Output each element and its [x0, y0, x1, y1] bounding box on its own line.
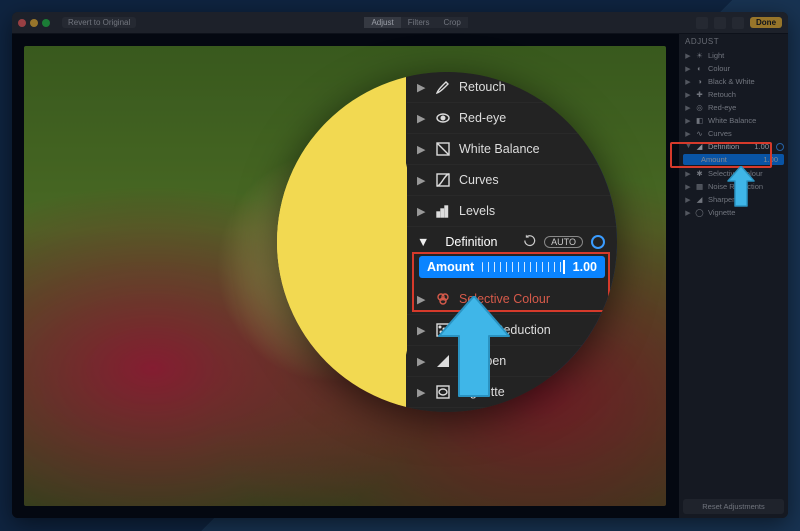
lens-item-levels[interactable]: ▶ Levels — [407, 196, 617, 227]
inspector-item-wb[interactable]: ▶◧White Balance — [679, 114, 788, 127]
tab-adjust[interactable]: Adjust — [364, 17, 400, 28]
lens-label: White Balance — [459, 142, 605, 156]
lens-label: Curves — [459, 173, 605, 187]
status-ring-icon — [591, 235, 605, 249]
inspector-item-light[interactable]: ▶☀Light — [679, 49, 788, 62]
vignette-icon: ◯ — [695, 208, 704, 217]
lens-item-definition[interactable]: ▼ Definition AUTO — [407, 227, 617, 253]
definition-amount-row[interactable]: Amount 1.00 — [683, 154, 784, 165]
lens-item-wb[interactable]: ▶ White Balance — [407, 134, 617, 165]
status-ring-icon — [776, 143, 784, 151]
curves-icon — [435, 172, 451, 188]
inspector-label: Curves — [708, 129, 732, 138]
inspector-label: Red-eye — [708, 103, 736, 112]
light-icon: ☀ — [695, 51, 704, 60]
curves-icon: ∿ — [695, 129, 704, 138]
lens-item-retouch[interactable]: ▶ Retouch — [407, 72, 617, 103]
inspector-label: Retouch — [708, 90, 736, 99]
inspector-label: White Balance — [708, 116, 756, 125]
annotation-arrow-small — [724, 166, 758, 208]
definition-value: 1.00 — [754, 142, 769, 151]
retouch-icon — [435, 79, 451, 95]
inspector-item-colour[interactable]: ▶◐Colour — [679, 62, 788, 75]
colour-icon: ◐ — [695, 64, 704, 73]
lens-item-redeye[interactable]: ▶ Red-eye — [407, 103, 617, 134]
amount-value: 1.00 — [573, 260, 597, 274]
retouch-icon: ✚ — [695, 90, 704, 99]
wb-icon — [435, 141, 451, 157]
annotation-arrow — [429, 296, 519, 406]
definition-amount-slider[interactable]: Amount 1.00 — [419, 256, 605, 278]
inspector-item-retouch[interactable]: ▶✚Retouch — [679, 88, 788, 101]
photos-app-window: Revert to Original Adjust Filters Crop D… — [12, 12, 788, 518]
inspector-header: ADJUST — [679, 34, 788, 49]
toolbar-mini-3[interactable] — [732, 17, 744, 29]
noise-icon: ▦ — [695, 182, 704, 191]
toolbar-mini-1[interactable] — [696, 17, 708, 29]
tab-filters[interactable]: Filters — [401, 17, 437, 28]
editor-mode-tabs[interactable]: Adjust Filters Crop — [364, 17, 467, 28]
definition-icon: ◢ — [695, 142, 704, 151]
inspector-label: Light — [708, 51, 724, 60]
fullscreen-icon[interactable] — [42, 19, 50, 27]
lens-label: Definition — [445, 235, 515, 249]
adjust-inspector: ADJUST ▶☀Light ▶◐Colour ▶◑Black & White … — [678, 34, 788, 518]
done-button[interactable]: Done — [750, 17, 782, 28]
inspector-label: Definition — [708, 142, 750, 151]
toolbar-mini-2[interactable] — [714, 17, 726, 29]
inspector-footer: Reset Adjustments — [679, 495, 788, 518]
levels-icon — [435, 203, 451, 219]
inspector-item-curves[interactable]: ▶∿Curves — [679, 127, 788, 140]
bw-icon: ◑ — [695, 77, 704, 86]
wb-icon: ◧ — [695, 116, 704, 125]
inspector-item-redeye[interactable]: ▶◎Red-eye — [679, 101, 788, 114]
inspector-item-definition[interactable]: ▼ ◢ Definition 1.00 — [679, 140, 788, 153]
redeye-icon: ◎ — [695, 103, 704, 112]
reset-adjustments-button[interactable]: Reset Adjustments — [683, 499, 784, 514]
inspector-label: Vignette — [708, 208, 735, 217]
auto-button[interactable]: AUTO — [544, 236, 583, 248]
amount-value: 1.00 — [763, 155, 778, 164]
lens-label: Levels — [459, 204, 605, 218]
reset-icon[interactable] — [523, 234, 536, 250]
lens-label: Red-eye — [459, 111, 605, 125]
window-controls[interactable] — [18, 19, 50, 27]
lens-label: Retouch — [459, 80, 605, 94]
lens-item-curves[interactable]: ▶ Curves — [407, 165, 617, 196]
amount-label: Amount — [427, 260, 474, 274]
toolbar: Revert to Original Adjust Filters Crop D… — [12, 12, 788, 34]
minimize-icon[interactable] — [30, 19, 38, 27]
redeye-icon — [435, 110, 451, 126]
amount-label: Amount — [701, 155, 727, 164]
zoom-lens: ▶ Retouch ▶ Red-eye ▶ White Balance ▶ Cu… — [277, 72, 617, 412]
inspector-label: Colour — [708, 64, 730, 73]
revert-button[interactable]: Revert to Original — [62, 17, 136, 28]
inspector-item-bw[interactable]: ▶◑Black & White — [679, 75, 788, 88]
tab-crop[interactable]: Crop — [436, 17, 467, 28]
close-icon[interactable] — [18, 19, 26, 27]
slider-track[interactable] — [482, 262, 564, 272]
sharpen-icon: ◢ — [695, 195, 704, 204]
inspector-label: Black & White — [708, 77, 755, 86]
selective-colour-icon: ✱ — [695, 169, 704, 178]
